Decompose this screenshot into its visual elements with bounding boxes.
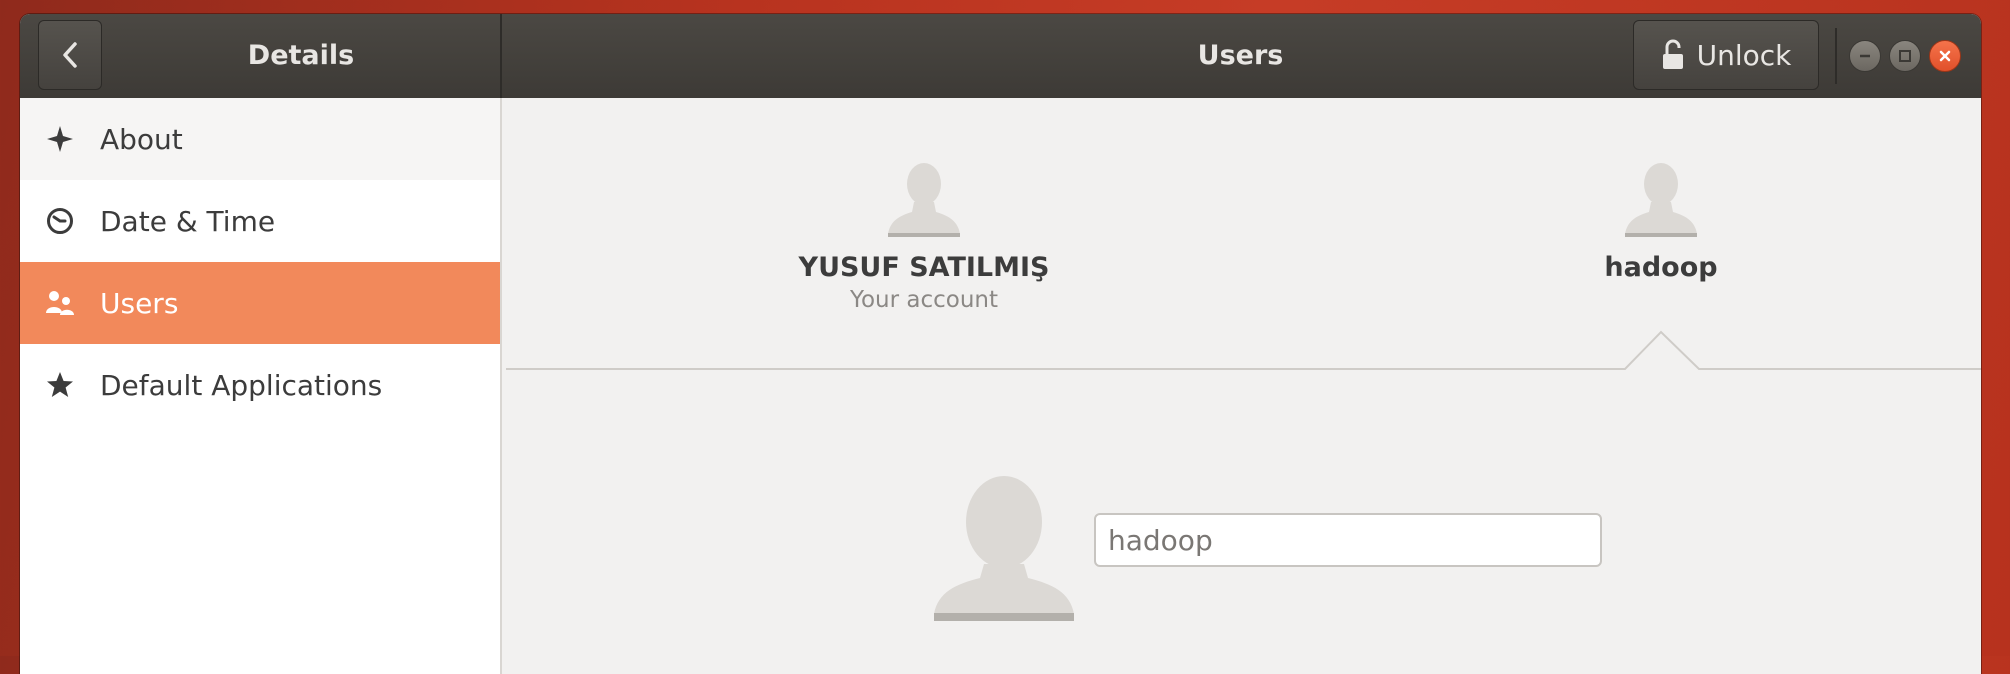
sidebar: About Date & Time Users Default Applicat… xyxy=(20,98,502,674)
users-icon xyxy=(20,289,100,317)
header-bar: Details Users Unlock xyxy=(20,14,1981,99)
sparkle-icon xyxy=(20,125,100,153)
sidebar-item-date-time[interactable]: Date & Time xyxy=(20,180,500,262)
unlock-button-label: Unlock xyxy=(1696,38,1792,72)
star-icon xyxy=(20,371,100,399)
sidebar-item-label: About xyxy=(100,122,183,156)
clock-icon xyxy=(20,207,100,235)
sidebar-item-users[interactable]: Users xyxy=(20,262,500,344)
sidebar-title: Details xyxy=(247,40,355,71)
maximize-icon xyxy=(1899,50,1911,62)
unlocked-padlock-icon xyxy=(1662,39,1683,69)
back-button[interactable] xyxy=(38,20,102,90)
unlock-button[interactable]: Unlock xyxy=(1633,20,1819,90)
sidebar-item-label: Default Applications xyxy=(100,368,383,402)
minimize-button[interactable] xyxy=(1849,40,1881,72)
sidebar-item-default-applications[interactable]: Default Applications xyxy=(20,344,500,426)
window-controls-divider xyxy=(1835,28,1837,84)
sidebar-item-label: Date & Time xyxy=(100,204,276,238)
maximize-button[interactable] xyxy=(1889,40,1921,72)
chevron-left-icon xyxy=(63,42,77,68)
carousel-separator xyxy=(506,330,1981,370)
settings-window: Details Users Unlock About Date & Time U… xyxy=(20,14,1981,674)
close-icon xyxy=(1939,50,1951,62)
sidebar-item-label: Users xyxy=(100,286,179,320)
large-avatar-icon xyxy=(934,476,1074,621)
close-button[interactable] xyxy=(1929,40,1961,72)
sidebar-item-about[interactable]: About xyxy=(20,98,500,180)
minimize-icon xyxy=(1860,54,1870,58)
full-name-input[interactable] xyxy=(1094,513,1602,567)
users-panel: YUSUF SATILMIŞ Your account hadoop xyxy=(502,98,1981,674)
